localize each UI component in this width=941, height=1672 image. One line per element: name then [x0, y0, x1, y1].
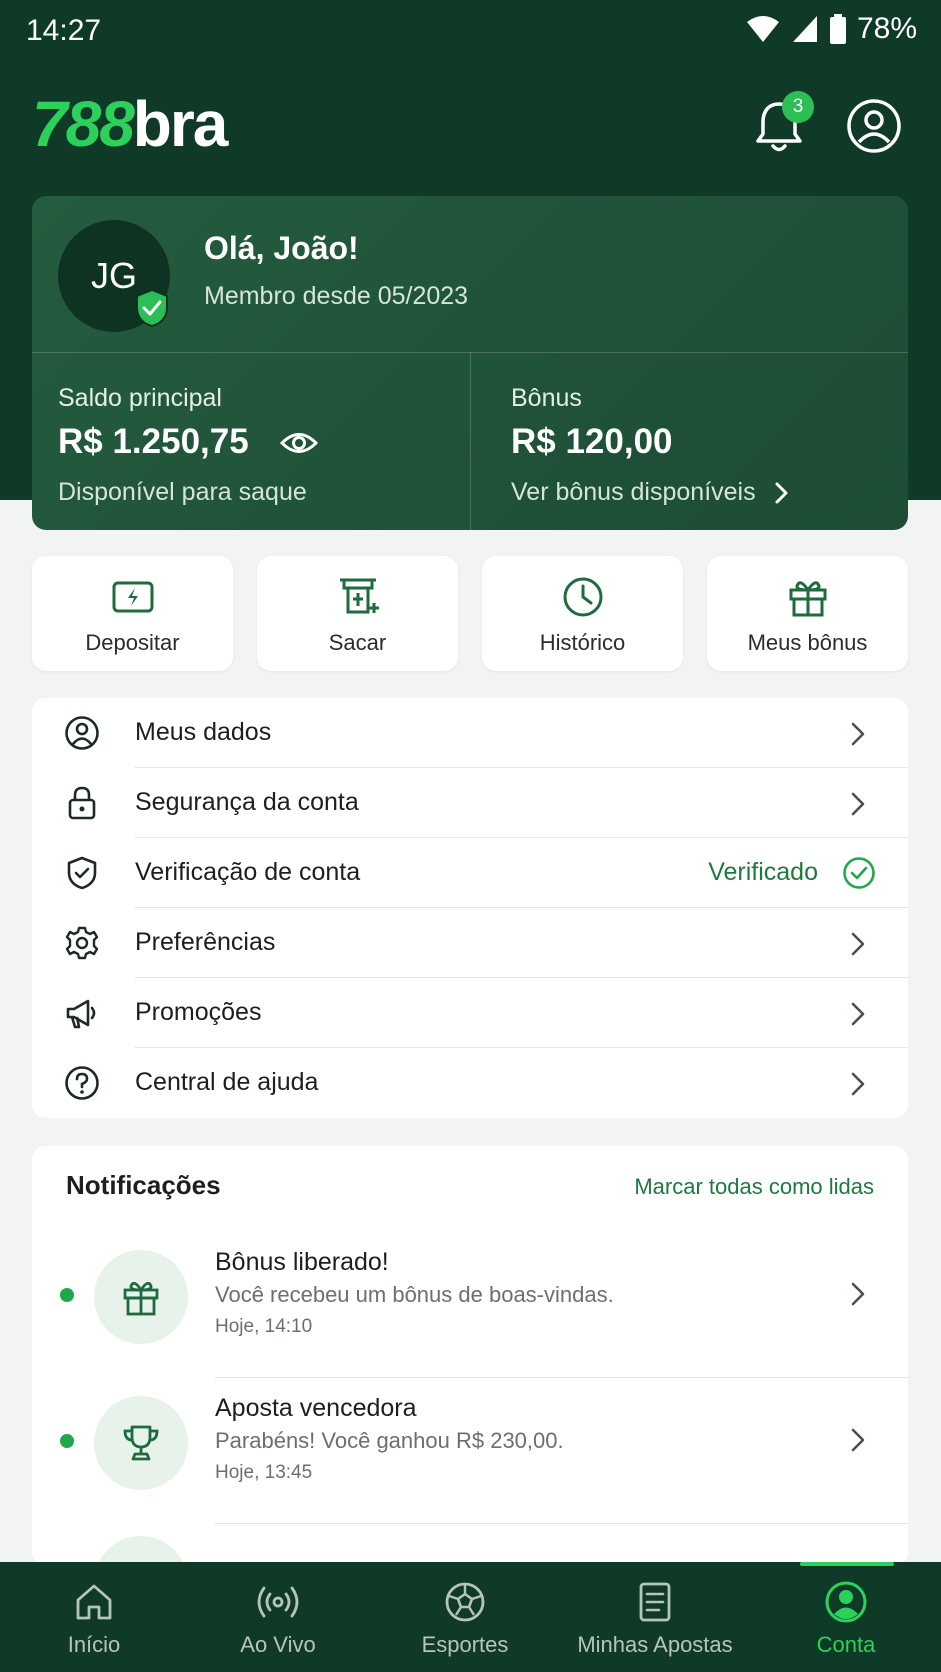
logo-text: bra [132, 88, 229, 160]
notification-title: Bônus liberado! [215, 1248, 389, 1276]
help-icon [65, 1066, 99, 1100]
my-bonus-button[interactable]: Meus bônus [707, 556, 908, 671]
user-circle-icon [65, 716, 99, 750]
profile-icon[interactable] [846, 98, 902, 154]
chevron-right-icon [851, 792, 865, 816]
lock-icon [68, 786, 96, 820]
chevron-right-icon [775, 482, 788, 504]
notification-title: Aposta vencedora [215, 1394, 417, 1422]
notifications-card: Notificações Marcar todas como lidas Bôn… [32, 1146, 908, 1566]
chevron-right-icon [851, 722, 865, 746]
main-balance-label: Saldo principal [58, 384, 222, 412]
nav-label: Esportes [421, 1632, 509, 1657]
menu-item-label: Promoções [135, 998, 262, 1026]
notification-desc: Você recebeu um bônus de boas-vindas. [215, 1282, 614, 1307]
divider [470, 352, 471, 530]
quick-action-label: Depositar [85, 630, 180, 655]
verified-badge-icon [136, 288, 168, 328]
menu-item-label: Verificação de conta [135, 858, 361, 886]
quick-action-label: Meus bônus [747, 630, 868, 655]
quick-action-label: Sacar [328, 630, 387, 655]
menu-item-verification[interactable]: Verificação de conta Verificado [32, 838, 908, 908]
chevron-right-icon [851, 932, 865, 956]
check-circle-icon [843, 857, 875, 889]
notification-time: Hoje, 14:10 [215, 1316, 313, 1337]
nav-live[interactable]: Ao Vivo [184, 1562, 372, 1672]
status-bar: 14:27 78% [0, 0, 941, 62]
withdraw-icon [339, 578, 379, 614]
gift-icon [789, 581, 826, 617]
verified-status: Verificado [708, 858, 818, 886]
main-balance-sub: Disponível para saque [58, 478, 307, 506]
nav-account[interactable]: Conta [752, 1562, 940, 1672]
greeting: Olá, João! [204, 230, 359, 266]
menu-item-my-data[interactable]: Meus dados [32, 698, 908, 768]
account-menu: Meus dados Segurança da conta Verificaçã… [32, 698, 908, 1118]
chevron-right-icon [851, 1282, 865, 1306]
menu-item-security[interactable]: Segurança da conta [32, 768, 908, 838]
account-icon [825, 1581, 867, 1623]
gear-icon [65, 926, 99, 960]
notification-time: Hoje, 13:45 [215, 1462, 313, 1483]
menu-item-promotions[interactable]: Promoções [32, 978, 908, 1048]
menu-item-label: Segurança da conta [135, 788, 359, 816]
trophy-icon [123, 1425, 159, 1461]
nav-label: Minhas Apostas [577, 1632, 733, 1657]
menu-item-label: Central de ajuda [135, 1068, 319, 1096]
cell-signal-icon [792, 16, 817, 42]
nav-sports[interactable]: Esportes [371, 1562, 559, 1672]
eye-icon[interactable] [280, 428, 318, 458]
status-icons: 78% [745, 12, 917, 46]
nav-my-bets[interactable]: Minhas Apostas [561, 1562, 749, 1672]
deposit-button[interactable]: Depositar [32, 556, 233, 671]
divider [215, 1523, 908, 1524]
nav-label: Início [67, 1632, 121, 1657]
notification-item[interactable]: Aposta vencedora Parabéns! Você ganhou R… [32, 1378, 908, 1524]
notifications-title: Notificações [66, 1170, 221, 1200]
notification-badge: 3 [782, 91, 814, 123]
menu-item-label: Preferências [135, 928, 276, 956]
logo-number: 788 [32, 88, 135, 160]
gift-icon [123, 1281, 159, 1316]
withdraw-button[interactable]: Sacar [257, 556, 458, 671]
main-balance-value: R$ 1.250,75 [58, 422, 249, 461]
wifi-icon [746, 16, 779, 42]
bonus-value: R$ 120,00 [511, 422, 673, 461]
nav-home[interactable]: Início [0, 1562, 188, 1672]
status-time: 14:27 [26, 14, 102, 47]
bottom-navigation: Início Ao Vivo Esportes Minhas Apostas C… [0, 1562, 941, 1672]
account-card: JG Olá, João! Membro desde 05/2023 Saldo… [32, 196, 908, 530]
nav-label: Ao Vivo [240, 1632, 316, 1657]
chevron-right-icon [851, 1002, 865, 1026]
shield-check-icon [67, 856, 97, 890]
bet-slip-icon [639, 1582, 671, 1622]
menu-item-label: Meus dados [135, 718, 272, 746]
home-icon [76, 1584, 112, 1620]
clock-icon [563, 577, 602, 617]
chevron-right-icon [851, 1428, 865, 1452]
live-icon [257, 1586, 299, 1618]
chevron-right-icon [851, 1072, 865, 1096]
megaphone-icon [66, 999, 96, 1029]
app-logo[interactable]: 788bra [32, 92, 228, 156]
mark-all-read-link[interactable]: Marcar todas como lidas [634, 1174, 874, 1200]
menu-item-preferences[interactable]: Preferências [32, 908, 908, 978]
battery-icon [829, 14, 846, 44]
notification-desc: Parabéns! Você ganhou R$ 230,00. [215, 1428, 564, 1453]
battery-percent: 78% [856, 12, 917, 45]
quick-action-label: Histórico [539, 630, 626, 655]
bonus-label: Bônus [511, 384, 582, 412]
member-since: Membro desde 05/2023 [204, 282, 469, 310]
notification-item[interactable]: Bônus liberado! Você recebeu um bônus de… [32, 1232, 908, 1378]
menu-item-help[interactable]: Central de ajuda [32, 1048, 908, 1118]
history-button[interactable]: Histórico [482, 556, 683, 671]
view-bonus-link[interactable]: Ver bônus disponíveis [511, 478, 756, 507]
soccer-ball-icon [445, 1582, 485, 1622]
deposit-icon [112, 581, 153, 613]
nav-label: Conta [816, 1632, 876, 1657]
unread-dot [60, 1288, 74, 1302]
unread-dot [60, 1434, 74, 1448]
